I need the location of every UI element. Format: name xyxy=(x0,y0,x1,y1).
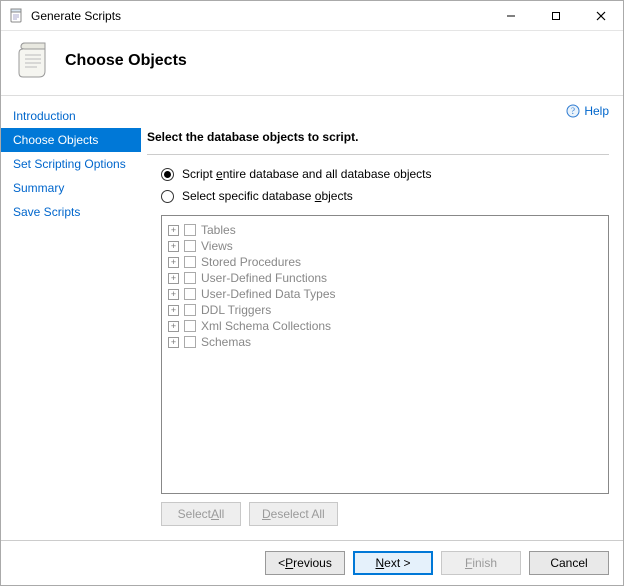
tree-label: Views xyxy=(201,239,233,253)
object-tree[interactable]: + Tables + Views + Stored Procedures + User-… xyxy=(161,215,609,494)
sidebar-item-save-scripts[interactable]: Save Scripts xyxy=(1,200,141,224)
sidebar-item-set-scripting-options[interactable]: Set Scripting Options xyxy=(1,152,141,176)
finish-button: Finish xyxy=(441,551,521,575)
wizard-header: Choose Objects xyxy=(1,31,623,96)
divider xyxy=(147,154,609,155)
radio-icon xyxy=(161,168,174,181)
tree-label: User-Defined Functions xyxy=(201,271,327,285)
sidebar-item-choose-objects[interactable]: Choose Objects xyxy=(1,128,141,152)
expand-icon[interactable]: + xyxy=(168,289,179,300)
radio-group: Script entire database and all database … xyxy=(161,167,609,211)
tree-label: Schemas xyxy=(201,335,251,349)
tree-label: Tables xyxy=(201,223,236,237)
expand-icon[interactable]: + xyxy=(168,225,179,236)
checkbox[interactable] xyxy=(184,240,196,252)
tree-item-schemas[interactable]: + Schemas xyxy=(168,334,602,350)
radio-label: Select specific database objects xyxy=(182,189,353,203)
wizard-sidebar: Introduction Choose Objects Set Scriptin… xyxy=(1,96,141,540)
expand-icon[interactable]: + xyxy=(168,257,179,268)
sidebar-item-summary[interactable]: Summary xyxy=(1,176,141,200)
checkbox[interactable] xyxy=(184,272,196,284)
checkbox[interactable] xyxy=(184,288,196,300)
cancel-button[interactable]: Cancel xyxy=(529,551,609,575)
radio-select-specific[interactable]: Select specific database objects xyxy=(161,189,609,203)
next-button[interactable]: Next > xyxy=(353,551,433,575)
window-buttons xyxy=(488,1,623,30)
expand-icon[interactable]: + xyxy=(168,305,179,316)
svg-text:?: ? xyxy=(571,106,575,116)
tree-label: User-Defined Data Types xyxy=(201,287,336,301)
expand-icon[interactable]: + xyxy=(168,241,179,252)
radio-label: Script entire database and all database … xyxy=(182,167,432,181)
instruction-label: Select the database objects to script. xyxy=(147,130,609,144)
tree-label: Xml Schema Collections xyxy=(201,319,331,333)
tree-label: Stored Procedures xyxy=(201,255,301,269)
help-icon[interactable]: ? xyxy=(566,104,580,118)
page-title: Choose Objects xyxy=(65,52,187,70)
wizard-content: ? Help Select the database objects to sc… xyxy=(141,96,623,540)
maximize-button[interactable] xyxy=(533,1,578,30)
wizard-footer: < Previous Next > Finish Cancel xyxy=(1,540,623,585)
help-row: ? Help xyxy=(147,104,609,118)
script-icon xyxy=(15,41,55,81)
checkbox[interactable] xyxy=(184,304,196,316)
tree-item-tables[interactable]: + Tables xyxy=(168,222,602,238)
expand-icon[interactable]: + xyxy=(168,321,179,332)
selection-buttons: Select All Deselect All xyxy=(161,502,609,526)
radio-script-entire[interactable]: Script entire database and all database … xyxy=(161,167,609,181)
sidebar-item-introduction[interactable]: Introduction xyxy=(1,104,141,128)
titlebar: Generate Scripts xyxy=(1,1,623,31)
tree-item-views[interactable]: + Views xyxy=(168,238,602,254)
close-button[interactable] xyxy=(578,1,623,30)
expand-icon[interactable]: + xyxy=(168,273,179,284)
help-link[interactable]: Help xyxy=(584,104,609,118)
expand-icon[interactable]: + xyxy=(168,337,179,348)
wizard-window: Generate Scripts Choose Objects Introduc… xyxy=(0,0,624,586)
checkbox[interactable] xyxy=(184,256,196,268)
tree-item-xml-schema-collections[interactable]: + Xml Schema Collections xyxy=(168,318,602,334)
tree-item-ddl-triggers[interactable]: + DDL Triggers xyxy=(168,302,602,318)
radio-icon xyxy=(161,190,174,203)
tree-item-user-defined-functions[interactable]: + User-Defined Functions xyxy=(168,270,602,286)
app-icon xyxy=(9,8,25,24)
tree-item-user-defined-data-types[interactable]: + User-Defined Data Types xyxy=(168,286,602,302)
checkbox[interactable] xyxy=(184,320,196,332)
checkbox[interactable] xyxy=(184,224,196,236)
window-title: Generate Scripts xyxy=(31,9,488,23)
previous-button[interactable]: < Previous xyxy=(265,551,345,575)
tree-item-stored-procedures[interactable]: + Stored Procedures xyxy=(168,254,602,270)
tree-label: DDL Triggers xyxy=(201,303,271,317)
checkbox[interactable] xyxy=(184,336,196,348)
deselect-all-button: Deselect All xyxy=(249,502,338,526)
wizard-body: Introduction Choose Objects Set Scriptin… xyxy=(1,96,623,540)
minimize-button[interactable] xyxy=(488,1,533,30)
select-all-button: Select All xyxy=(161,502,241,526)
